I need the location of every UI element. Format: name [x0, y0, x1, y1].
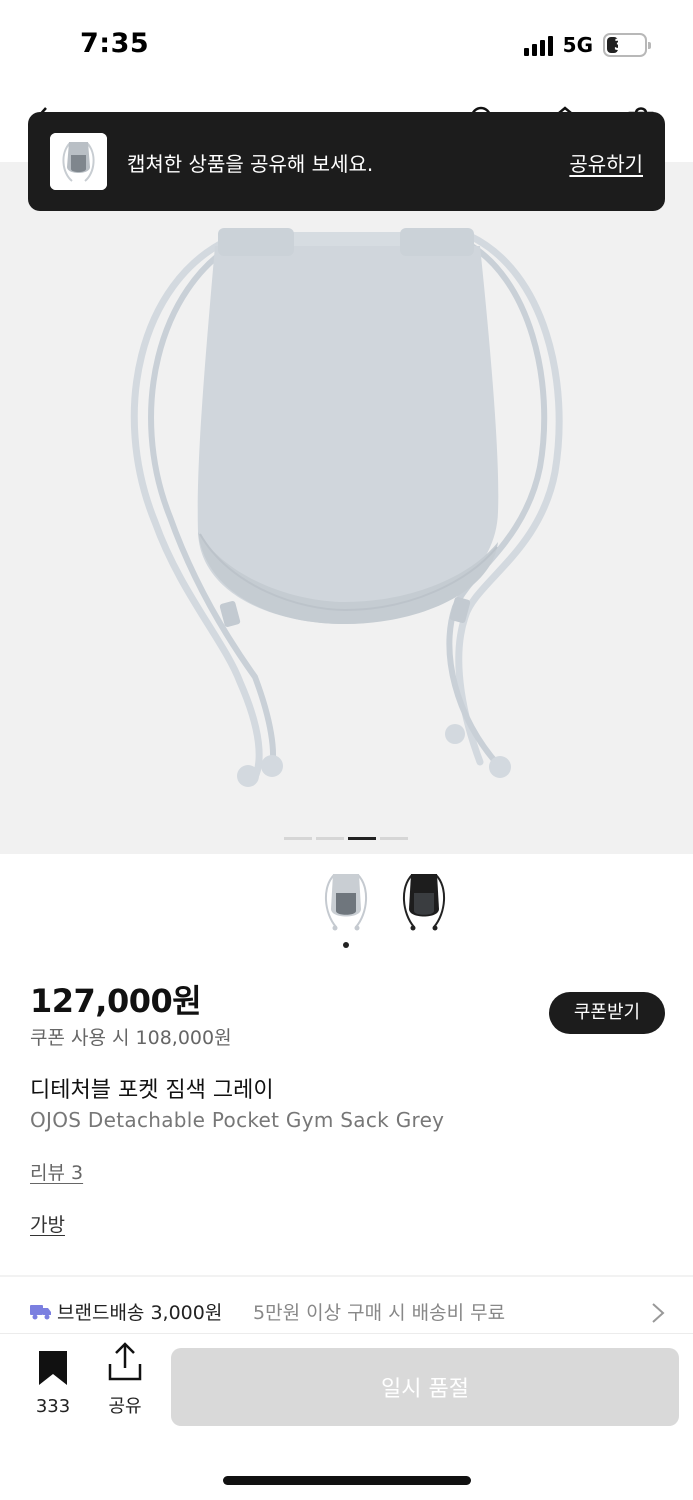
- share-capture-toast: 캡쳐한 상품을 공유해 보세요. 공유하기: [28, 112, 665, 211]
- color-options: [0, 855, 693, 955]
- chevron-right-icon: [652, 1303, 665, 1323]
- product-title-english: OJOS Detachable Pocket Gym Sack Grey: [30, 1108, 445, 1132]
- gallery-page-dot: [380, 837, 408, 840]
- battery-tip: [648, 42, 651, 49]
- gallery-pagination: [284, 837, 408, 840]
- battery-icon: 31: [603, 33, 651, 57]
- coupon-price: 쿠폰 사용 시 108,000원: [30, 1027, 232, 1049]
- bottom-action-bar: 333 공유 일시 품절: [0, 1333, 693, 1500]
- status-indicators: 5G 31: [523, 33, 651, 57]
- gallery-page-dot: [348, 837, 376, 840]
- option-selected-indicator: [343, 942, 349, 948]
- truck-icon: [30, 1305, 51, 1320]
- product-title: 디테처블 포켓 짐색 그레이: [30, 1078, 274, 1103]
- network-type: 5G: [562, 33, 593, 57]
- option-gray-thumbnail[interactable]: [316, 865, 376, 935]
- review-link[interactable]: 리뷰 3: [30, 1158, 83, 1185]
- toast-product-thumbnail: [50, 133, 107, 190]
- product-price: 127,000원: [30, 982, 202, 1020]
- gallery-page-dot: [284, 837, 312, 840]
- status-bar: 7:35 5G 31: [0, 0, 693, 92]
- battery-level: 31: [613, 35, 637, 54]
- toast-message: 캡쳐한 상품을 공유해 보세요.: [127, 152, 374, 176]
- free-shipping-condition: 5만원 이상 구매 시 배송비 무료: [253, 1302, 506, 1324]
- share-icon: [108, 1342, 142, 1381]
- gym-sack-image: [130, 228, 563, 787]
- bookmark-count: 333: [35, 1396, 71, 1417]
- shipping-fee: 브랜드배송 3,000원: [57, 1302, 223, 1324]
- bookmark-button[interactable]: 333: [28, 1350, 78, 1420]
- option-black-thumbnail[interactable]: [394, 865, 454, 935]
- share-button[interactable]: 공유: [100, 1342, 150, 1420]
- category-link[interactable]: 가방: [30, 1210, 65, 1237]
- toast-share-button[interactable]: 공유하기: [569, 148, 643, 177]
- gray-gym-sack-thumbnail-icon: [50, 133, 107, 190]
- share-label: 공유: [108, 1396, 142, 1417]
- divider: [0, 1275, 693, 1277]
- product-image-gallery[interactable]: [0, 162, 693, 854]
- coupon-button[interactable]: 쿠폰받기: [549, 992, 665, 1034]
- status-time: 7:35: [80, 28, 150, 59]
- shipping-info-row[interactable]: 브랜드배송 3,000원 5만원 이상 구매 시 배송비 무료: [0, 1290, 693, 1334]
- gallery-page-dot: [316, 837, 344, 840]
- soldout-button[interactable]: 일시 품절: [171, 1348, 679, 1426]
- signal-icon: [523, 34, 553, 56]
- bookmark-icon: [39, 1351, 67, 1385]
- home-indicator: [223, 1476, 471, 1485]
